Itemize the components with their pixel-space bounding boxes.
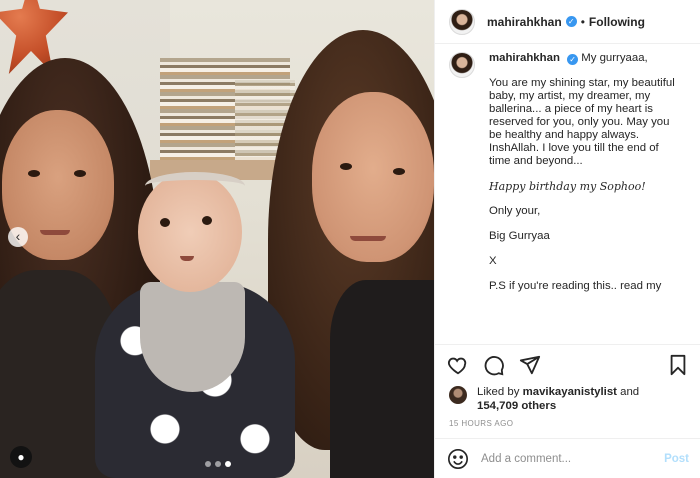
caption-signature: Big Gurryaa [489, 230, 550, 242]
share-icon[interactable] [519, 354, 541, 376]
left-person-eye [74, 170, 86, 177]
post-header: mahirahkhan ✓ • Following [435, 0, 700, 44]
caption-text: mahirahkhan ✓ My gurryaaa, You are my sh… [489, 52, 679, 293]
emoji-icon[interactable] [447, 448, 469, 470]
caption-avatar[interactable] [449, 52, 475, 78]
baby-bib [140, 282, 245, 392]
likes-prefix: Liked by [477, 386, 520, 398]
caption-signoff: Only your, [489, 205, 541, 217]
baby-eye [160, 218, 170, 227]
right-person-mouth [350, 236, 386, 241]
caption-username-link[interactable]: mahirahkhan [489, 52, 560, 64]
actions-section: Liked by mavikayanistylist and 154,709 o… [435, 344, 700, 428]
post-comment-button[interactable]: Post [664, 453, 689, 465]
caption-ps: P.S if you're reading this.. read my [489, 280, 662, 292]
caption-paragraph: You are my shining star, my beautiful ba… [489, 77, 675, 167]
liker-username-link[interactable]: mavikayanistylist [523, 386, 617, 398]
baby-headband [145, 172, 245, 200]
likes-text: Liked by mavikayanistylist and 154,709 o… [477, 385, 639, 413]
comment-input[interactable] [481, 452, 665, 465]
likes-summary: Liked by mavikayanistylist and 154,709 o… [435, 385, 700, 413]
action-bar [435, 345, 700, 385]
right-person-eye [393, 168, 405, 175]
comment-bar: Post [435, 438, 700, 478]
carousel-prev-button[interactable]: ‹ [8, 227, 28, 247]
verified-badge-icon: ✓ [565, 16, 577, 27]
likes-connector: and [620, 386, 640, 398]
caption-first-line: My gurryaaa, [581, 52, 648, 64]
left-person-eye [28, 170, 40, 177]
avatar[interactable] [449, 8, 475, 35]
baby-eye [202, 216, 212, 225]
caption-birthday-line: Happy birthday my Sophoo! [489, 180, 646, 193]
carousel-dot [215, 461, 221, 467]
left-person-mouth [40, 230, 70, 235]
post-photo[interactable]: ‹ ● [0, 0, 434, 478]
username-link[interactable]: mahirahkhan [487, 15, 562, 29]
likes-count-link[interactable]: 154,709 others [477, 400, 556, 412]
heart-icon[interactable] [447, 354, 469, 376]
post-side-panel: mahirahkhan ✓ • Following mahirahkhan ✓ … [434, 0, 700, 478]
header-separator: • [580, 14, 585, 29]
caption-area: mahirahkhan ✓ My gurryaaa, You are my sh… [435, 52, 700, 344]
comment-icon[interactable] [483, 354, 505, 376]
carousel-indicator [205, 461, 231, 467]
right-person-eye [340, 163, 352, 170]
right-person-body [330, 280, 434, 478]
following-button[interactable]: Following [589, 15, 645, 29]
carousel-dot [225, 461, 231, 467]
bookmark-icon[interactable] [667, 354, 689, 376]
post-timestamp[interactable]: 15 HOURS AGO [435, 413, 700, 428]
user-tag-icon[interactable]: ● [10, 446, 32, 468]
verified-badge-icon: ✓ [567, 54, 579, 65]
carousel-dot [205, 461, 211, 467]
liker-avatar[interactable] [449, 386, 467, 404]
caption-kiss: X [489, 255, 497, 267]
